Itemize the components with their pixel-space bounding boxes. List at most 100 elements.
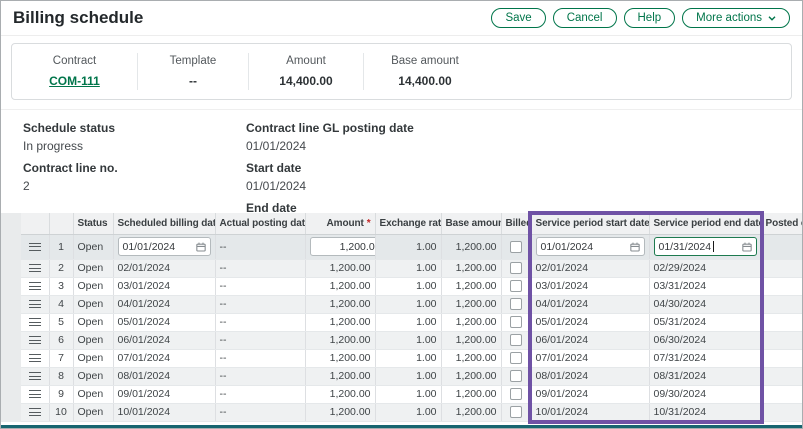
cell-status: Open (73, 295, 113, 313)
cell-exchange-rate: 1.00 (375, 259, 441, 277)
scheduled-billing-date-input[interactable]: 01/01/2024 (118, 237, 211, 256)
cell-drag (21, 349, 49, 367)
table-row: 3Open03/01/2024--1,200.001.001,200.0003/… (21, 277, 803, 295)
cell-posted-exchange-rate: -- (761, 234, 803, 259)
billed-checkbox[interactable] (510, 262, 522, 274)
cell-actual-posting-date: -- (215, 403, 305, 421)
input-value: 01/01/2024 (541, 241, 594, 253)
cell-actual-posting-date: -- (215, 331, 305, 349)
contract-link[interactable]: COM-111 (49, 74, 100, 88)
service-period-start-input[interactable]: 01/01/2024 (536, 237, 645, 256)
column-label: Posted exchange rate (766, 218, 803, 229)
summary-template: Template -- (138, 44, 248, 99)
cell-drag (21, 331, 49, 349)
service-period-end-input[interactable]: 01/31/2024 (654, 237, 757, 256)
cell-amount: 1,200.00 (305, 313, 375, 331)
drag-handle-icon[interactable] (29, 336, 41, 344)
calendar-icon (742, 242, 752, 252)
cell-base-amount: 1,200.00 (441, 234, 501, 259)
cell-status: Open (73, 277, 113, 295)
cell-amount: 1,200.00 (305, 403, 375, 421)
cell-drag (21, 367, 49, 385)
start-date-field: Start date 01/01/2024 (246, 161, 414, 193)
table-row: 5Open05/01/2024--1,200.001.001,200.0005/… (21, 313, 803, 331)
cell-exchange-rate: 1.00 (375, 331, 441, 349)
column-header-billed[interactable]: Billed (501, 213, 531, 234)
drag-handle-icon[interactable] (29, 390, 41, 398)
cell-billed (501, 313, 531, 331)
column-header-actual-posting-date[interactable]: Actual posting date (215, 213, 305, 234)
table-row: 9Open09/01/2024--1,200.001.001,200.0009/… (21, 385, 803, 403)
cell-service-period-end: 01/31/2024 (649, 234, 761, 259)
cancel-button[interactable]: Cancel (553, 8, 617, 28)
contract-line-no-value: 2 (23, 179, 246, 193)
input-value: 1,200.00 (340, 241, 375, 253)
cell-base-amount: 1,200.00 (441, 385, 501, 403)
billed-checkbox[interactable] (510, 406, 522, 418)
cell-posted-exchange-rate: -- (761, 403, 803, 421)
column-header-exchange-rate[interactable]: Exchange rate (375, 213, 441, 234)
cell-actual-posting-date: -- (215, 277, 305, 295)
cell-service-period-end: 05/31/2024 (649, 313, 761, 331)
cell-drag (21, 403, 49, 421)
drag-handle-icon[interactable] (29, 354, 41, 362)
cell-num: 1 (49, 234, 73, 259)
cell-actual-posting-date: -- (215, 385, 305, 403)
drag-handle-icon[interactable] (29, 243, 41, 251)
more-actions-button[interactable]: More actions (682, 8, 790, 28)
cell-service-period-end: 07/31/2024 (649, 349, 761, 367)
column-header-status[interactable]: Status (73, 213, 113, 234)
drag-handle-icon[interactable] (29, 264, 41, 272)
drag-handle-icon[interactable] (29, 282, 41, 290)
billed-checkbox[interactable] (510, 352, 522, 364)
billed-checkbox[interactable] (510, 370, 522, 382)
save-button[interactable]: Save (491, 8, 545, 28)
column-header-base-amount[interactable]: Base amount (441, 213, 501, 234)
cell-exchange-rate: 1.00 (375, 367, 441, 385)
chevron-down-icon (768, 16, 776, 21)
cell-status: Open (73, 331, 113, 349)
column-header-service-period-start[interactable]: Service period start date (531, 213, 649, 234)
drag-handle-icon[interactable] (29, 408, 41, 416)
drag-handle-icon[interactable] (29, 318, 41, 326)
cell-num: 4 (49, 295, 73, 313)
column-header-scheduled-billing-date[interactable]: Scheduled billing date* (113, 213, 215, 234)
billed-checkbox[interactable] (510, 280, 522, 292)
billed-checkbox[interactable] (510, 316, 522, 328)
cell-status: Open (73, 403, 113, 421)
column-header-amount[interactable]: Amount* (305, 213, 375, 234)
table-row: 7Open07/01/2024--1,200.001.001,200.0007/… (21, 349, 803, 367)
table-row: 6Open06/01/2024--1,200.001.001,200.0006/… (21, 331, 803, 349)
template-value: -- (189, 74, 197, 88)
help-button[interactable]: Help (624, 8, 676, 28)
cell-billed (501, 277, 531, 295)
cell-posted-exchange-rate: -- (761, 367, 803, 385)
cell-billed (501, 349, 531, 367)
column-header-posted-exchange-rate[interactable]: Posted exchange rate (761, 213, 803, 234)
cell-amount: 1,200.00 (305, 295, 375, 313)
cell-service-period-start: 10/01/2024 (531, 403, 649, 421)
gl-posting-date-field: Contract line GL posting date 01/01/2024 (246, 121, 414, 153)
schedule-status-label: Schedule status (23, 121, 246, 135)
input-value: 01/31/2024 (659, 241, 712, 253)
cell-posted-exchange-rate: -- (761, 349, 803, 367)
details-left-column: Schedule status In progress Contract lin… (23, 121, 246, 213)
drag-handle-icon[interactable] (29, 300, 41, 308)
cell-base-amount: 1,200.00 (441, 349, 501, 367)
column-header-service-period-end[interactable]: Service period end date (649, 213, 761, 234)
cell-service-period-start: 08/01/2024 (531, 367, 649, 385)
cell-service-period-start: 04/01/2024 (531, 295, 649, 313)
cell-service-period-start: 03/01/2024 (531, 277, 649, 295)
drag-handle-icon[interactable] (29, 372, 41, 380)
cell-amount: 1,200.00 (305, 367, 375, 385)
billed-checkbox[interactable] (510, 334, 522, 346)
amount-input[interactable]: 1,200.00 (310, 237, 376, 256)
cell-exchange-rate: 1.00 (375, 234, 441, 259)
cell-service-period-start: 05/01/2024 (531, 313, 649, 331)
billed-checkbox[interactable] (510, 241, 522, 253)
billed-checkbox[interactable] (510, 388, 522, 400)
table-row: 1Open01/01/2024--1,200.001.001,200.0001/… (21, 234, 803, 259)
cell-actual-posting-date: -- (215, 234, 305, 259)
billed-checkbox[interactable] (510, 298, 522, 310)
cell-posted-exchange-rate: -- (761, 313, 803, 331)
